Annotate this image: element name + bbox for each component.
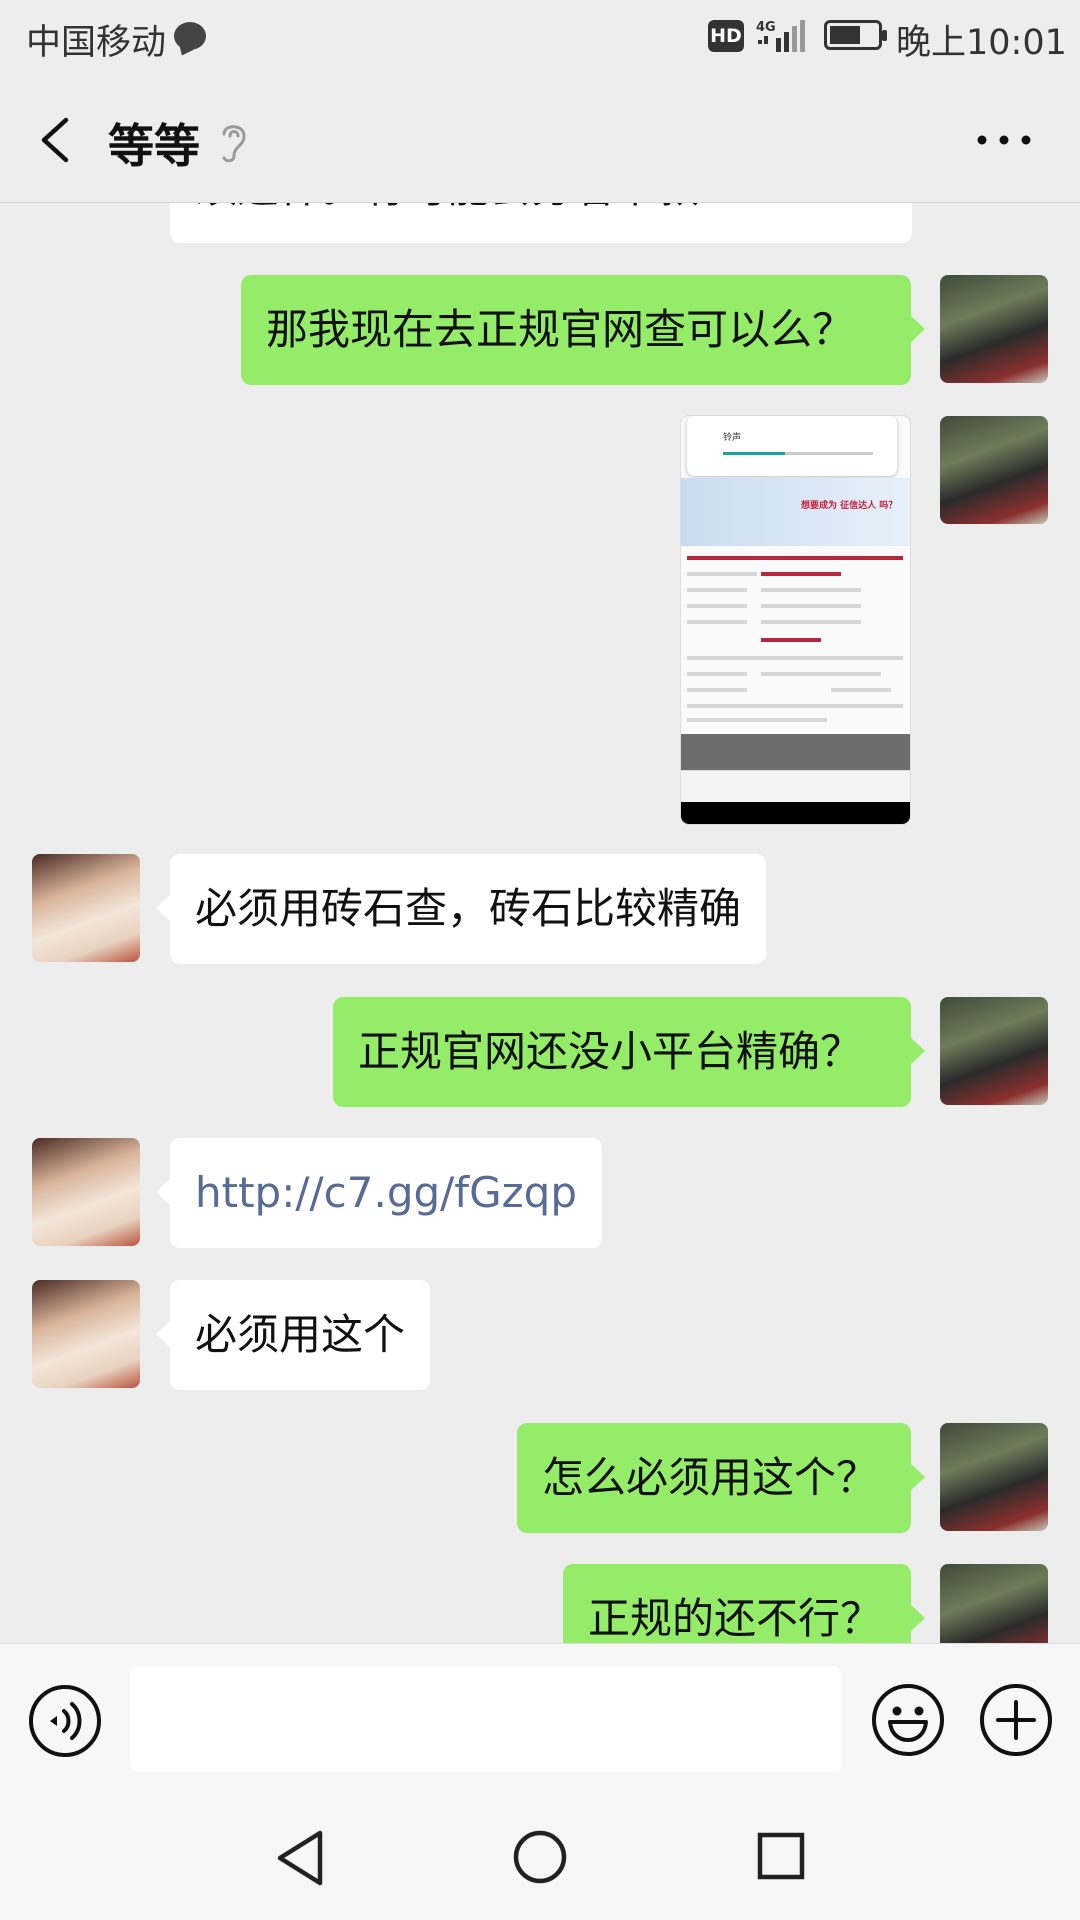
status-bar: 中国移动 HD 4G 晚上10:01 — [0, 0, 1080, 76]
emoji-icon[interactable] — [870, 1682, 946, 1758]
message-notification-icon — [174, 22, 206, 50]
nav-recent-apps-icon[interactable] — [756, 1831, 806, 1881]
image-message[interactable]: 铃声 想要成为 征信达人 吗？ — [681, 416, 910, 824]
carrier-name: 中国移动 — [26, 23, 167, 63]
chat-header: 等等 — [0, 76, 1080, 203]
message-bubble-incoming[interactable]: 须这样。有可能会分着下款 — [170, 203, 912, 243]
nav-back-icon[interactable] — [274, 1829, 326, 1887]
screenshot-banner — [681, 478, 910, 546]
avatar[interactable] — [940, 416, 1048, 524]
clock: 晚上10:01 — [896, 23, 1067, 63]
avatar[interactable] — [940, 997, 1048, 1105]
screenshot-volume-panel: 铃声 — [687, 416, 897, 476]
avatar[interactable] — [32, 1280, 140, 1388]
message-bubble-outgoing[interactable]: 怎么必须用这个？ — [517, 1423, 925, 1533]
earpiece-mode-icon — [222, 125, 246, 163]
nav-home-icon[interactable] — [512, 1829, 568, 1885]
network-type: 4G — [756, 20, 776, 35]
screenshot-volume-label: 铃声 — [723, 433, 742, 443]
message-bubble-outgoing[interactable]: 正规的还不行？ — [563, 1564, 925, 1643]
avatar[interactable] — [940, 1423, 1048, 1531]
screenshot-banner-text: 想要成为 征信达人 吗？ — [801, 501, 898, 511]
message-bubble-incoming[interactable]: 必须用砖石查，砖石比较精确 — [155, 854, 767, 964]
link-message[interactable]: http://c7.gg/fGzqp — [156, 1138, 602, 1248]
message-input[interactable] — [130, 1666, 842, 1772]
avatar[interactable] — [940, 1564, 1048, 1643]
battery-icon — [824, 20, 887, 50]
avatar[interactable] — [32, 1138, 140, 1246]
signal-icon: 4G — [756, 20, 805, 52]
avatar[interactable] — [940, 275, 1048, 383]
more-options-icon[interactable] — [972, 128, 1036, 152]
screenshot-footer — [681, 734, 910, 770]
voice-input-icon[interactable] — [28, 1684, 102, 1758]
add-attachment-icon[interactable] — [978, 1682, 1054, 1758]
message-bubble-outgoing[interactable]: 那我现在去正规官网查可以么？ — [241, 275, 925, 385]
message-list[interactable]: 须这样。有可能会分着下款 那我现在去正规官网查可以么？ 铃声 想要成为 征信达人… — [0, 203, 1080, 1643]
message-bubble-incoming[interactable]: 必须用这个 — [155, 1280, 431, 1390]
system-navigation-bar — [0, 1793, 1080, 1920]
screenshot-browser-bar — [681, 770, 910, 803]
message-bubble-outgoing[interactable]: 正规官网还没小平台精确？ — [333, 997, 925, 1107]
back-arrow-icon[interactable] — [30, 112, 86, 168]
input-bar — [0, 1643, 1080, 1794]
hd-icon: HD — [708, 20, 744, 52]
screenshot-nav-bar — [681, 802, 910, 824]
chat-title: 等等 — [108, 119, 200, 173]
avatar[interactable] — [32, 854, 140, 962]
